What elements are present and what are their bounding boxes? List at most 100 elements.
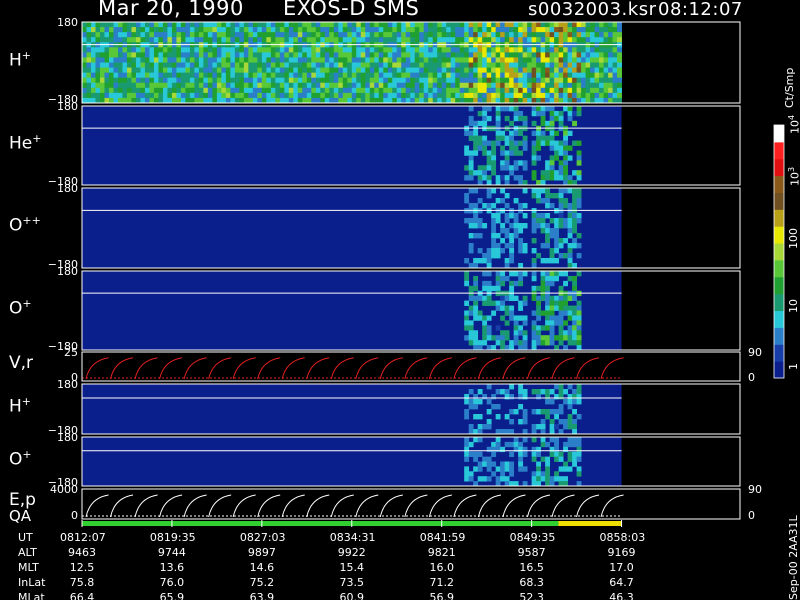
heatmap-cell xyxy=(351,22,357,28)
heatmap-cell xyxy=(504,394,510,400)
heatmap-cell xyxy=(617,47,622,53)
heatmap-cell xyxy=(405,27,411,33)
heatmap-cell xyxy=(567,67,573,74)
heatmap-cell xyxy=(252,32,258,38)
heatmap-cell xyxy=(518,271,524,277)
heatmap-cell xyxy=(342,87,348,94)
heatmap-cell xyxy=(558,320,564,326)
exos-sms-summary-plot: Mar 20, 1990 EXOS-D SMS s0032003.ksr 08:… xyxy=(0,0,800,600)
heatmap-cell xyxy=(306,22,312,28)
heatmap-cell xyxy=(432,32,438,38)
heatmap-cell xyxy=(504,476,510,482)
heatmap-cell xyxy=(270,72,276,79)
heatmap-cell xyxy=(576,155,582,161)
heatmap-cell xyxy=(189,77,195,84)
heatmap-cell xyxy=(554,456,560,462)
heatmap-cell xyxy=(549,82,555,89)
heatmap-cell xyxy=(482,52,488,58)
heatmap-cell xyxy=(500,130,506,137)
heatmap-cell xyxy=(504,295,510,302)
heatmap-cell xyxy=(95,67,101,74)
heatmap-cell xyxy=(99,72,105,79)
heatmap-cell xyxy=(342,82,348,89)
heatmap-cell xyxy=(531,57,537,63)
heatmap-cell xyxy=(572,22,577,28)
heatmap-cell xyxy=(572,140,577,146)
heatmap-cell xyxy=(531,32,537,38)
heatmap-cell xyxy=(419,67,425,74)
heatmap-cell xyxy=(410,77,416,84)
heatmap-cell xyxy=(297,27,303,33)
heatmap-cell xyxy=(239,67,245,74)
heatmap-cell xyxy=(486,160,492,166)
heatmap-cell xyxy=(410,32,416,38)
heatmap-cell xyxy=(572,47,577,53)
heatmap-cell xyxy=(563,87,569,94)
heatmap-cell xyxy=(117,32,123,38)
heatmap-cell xyxy=(410,82,416,89)
heatmap-cell xyxy=(414,62,420,68)
heatmap-cell xyxy=(131,52,137,58)
heatmap-cell xyxy=(603,87,609,94)
heatmap-cell xyxy=(171,22,177,28)
heatmap-cell xyxy=(82,82,87,89)
heatmap-cell xyxy=(486,271,492,277)
heatmap-cell xyxy=(82,67,87,74)
heatmap-cell xyxy=(554,150,560,156)
heatmap-cell xyxy=(495,120,501,127)
heatmap-cell xyxy=(450,67,456,74)
heatmap-cell xyxy=(536,315,542,321)
heatmap-cell xyxy=(167,47,173,53)
heatmap-cell xyxy=(464,399,470,405)
heatmap-cell xyxy=(392,62,398,68)
heatmap-cell xyxy=(216,32,222,38)
panel-7-label: O+ xyxy=(9,447,32,470)
heatmap-cell xyxy=(149,57,155,63)
heatmap-cell xyxy=(558,37,564,43)
heatmap-cell xyxy=(531,320,537,326)
heatmap-cell xyxy=(149,22,155,28)
heatmap-cell xyxy=(464,446,470,453)
heatmap-cell xyxy=(279,87,285,94)
colorbar-swatch xyxy=(774,293,784,312)
heatmap-cell xyxy=(248,32,254,38)
heatmap-cell xyxy=(576,233,582,239)
heatmap-cell xyxy=(545,243,551,249)
heatmap-cell xyxy=(495,57,501,63)
heatmap-cell xyxy=(594,22,600,28)
heatmap-cell xyxy=(167,57,173,63)
heatmap-cell xyxy=(509,67,515,74)
heatmap-cell xyxy=(284,57,290,63)
panel-3-ymax-tick: 180 xyxy=(57,182,78,195)
heatmap-cell xyxy=(356,62,362,68)
heatmap-cell xyxy=(594,87,600,94)
heatmap-cell xyxy=(567,384,573,390)
heatmap-cell xyxy=(527,62,533,68)
heatmap-cell xyxy=(567,228,573,234)
heatmap-cell xyxy=(518,446,524,453)
heatmap-cell xyxy=(486,258,492,264)
heatmap-cell xyxy=(482,325,488,331)
heatmap-cell xyxy=(540,258,546,264)
heatmap-cell xyxy=(468,135,474,141)
heatmap-cell xyxy=(522,32,528,38)
heatmap-cell xyxy=(419,87,425,94)
heatmap-cell xyxy=(320,92,326,99)
heatmap-cell xyxy=(356,47,362,53)
heatmap-cell xyxy=(491,404,497,410)
heatmap-cell xyxy=(437,67,443,74)
heatmap-cell xyxy=(540,335,546,341)
heatmap-cell xyxy=(243,87,249,94)
heatmap-cell xyxy=(122,47,128,53)
heatmap-cell xyxy=(320,67,326,74)
heatmap-cell xyxy=(576,92,582,99)
heatmap-cell xyxy=(545,72,551,79)
heatmap-cell xyxy=(252,37,258,43)
heatmap-cell xyxy=(482,62,488,68)
heatmap-cell xyxy=(99,82,105,89)
heatmap-cell xyxy=(554,300,560,306)
heatmap-cell xyxy=(558,253,564,259)
heatmap-cell xyxy=(509,77,515,84)
heatmap-cell xyxy=(536,135,542,141)
heatmap-cell xyxy=(360,27,366,33)
